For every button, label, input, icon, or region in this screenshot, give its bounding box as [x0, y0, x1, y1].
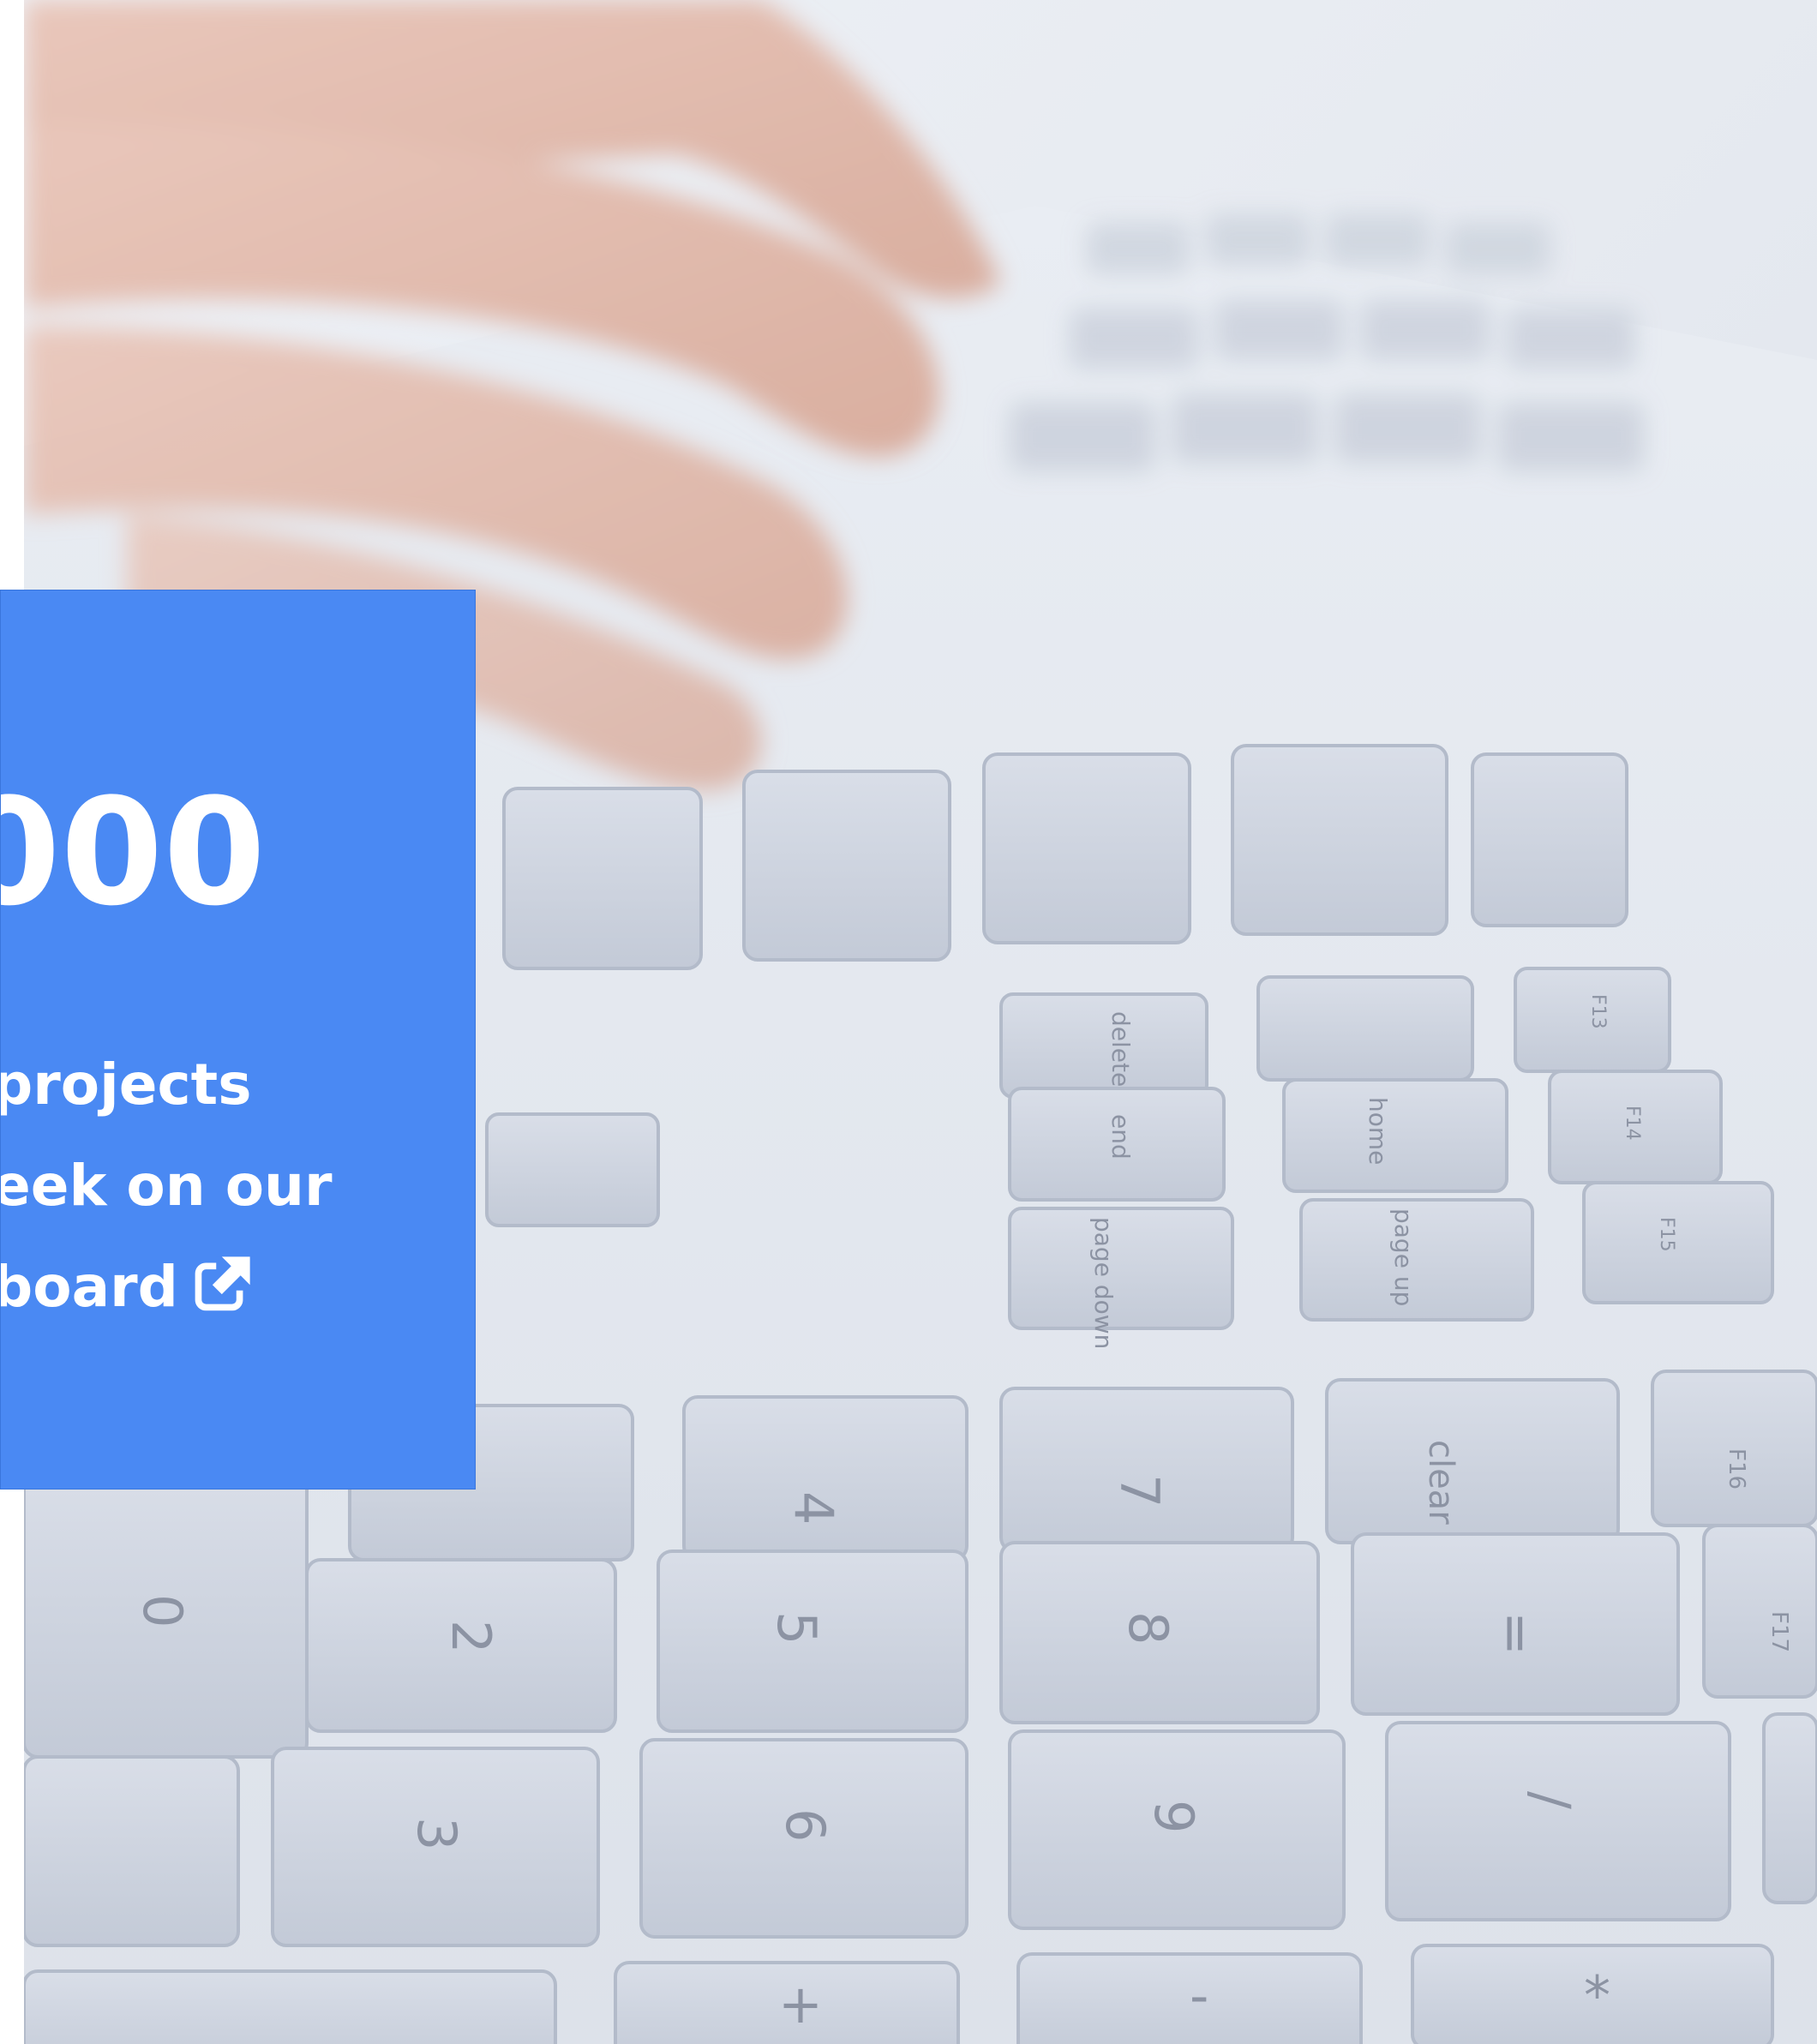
external-link-icon[interactable] — [194, 1253, 254, 1313]
key-legend-end: end — [1106, 1114, 1135, 1160]
key-legend-page-down: page down — [1089, 1217, 1118, 1349]
key-legend-9: 9 — [1142, 1800, 1205, 1833]
stat-text-line-1: projects — [0, 1052, 252, 1118]
key-legend-4: 4 — [783, 1491, 845, 1525]
key-legend-7: 7 — [1108, 1474, 1171, 1508]
key-legend-3: 3 — [405, 1817, 468, 1850]
stat-number: 000 — [1, 766, 267, 938]
key-legend-delete: delete — [1106, 1011, 1135, 1087]
key-legend-2: 2 — [440, 1620, 502, 1653]
key-legend-6: 6 — [774, 1808, 837, 1842]
key-legend-f15: F15 — [1656, 1217, 1677, 1252]
stat-text-line-3-label: board — [0, 1254, 178, 1320]
key-legend-plus: + — [778, 1973, 823, 2035]
key-legend-8: 8 — [1117, 1611, 1179, 1645]
key-legend-asterisk: * — [1584, 1964, 1610, 2027]
key-legend-minus: - — [1190, 1964, 1208, 2027]
page: 4 7 clear 0 2 5 8 = 3 6 9 / * + - F16 F1… — [0, 0, 1817, 2044]
key-legend-f17: F17 — [1766, 1611, 1792, 1652]
key-legend-home: home — [1364, 1097, 1392, 1165]
key-legend-5: 5 — [765, 1611, 828, 1645]
key-legend-f13: F13 — [1587, 994, 1609, 1029]
key-legend-equals: = — [1485, 1611, 1548, 1656]
stat-text-line-2: eek on our — [0, 1153, 333, 1219]
key-legend-slash: / — [1520, 1791, 1582, 1809]
stat-card: 000 projects eek on our board — [0, 590, 476, 1490]
key-legend-f16: F16 — [1724, 1448, 1749, 1490]
key-legend-page-up: page up — [1389, 1208, 1418, 1306]
leaderboard-link[interactable]: projects eek on our board — [0, 1034, 472, 1338]
stat-text-line-3: board — [0, 1237, 472, 1338]
key-legend-0: 0 — [131, 1594, 194, 1627]
key-legend-clear: clear — [1421, 1440, 1460, 1525]
key-legend-f14: F14 — [1622, 1106, 1643, 1141]
